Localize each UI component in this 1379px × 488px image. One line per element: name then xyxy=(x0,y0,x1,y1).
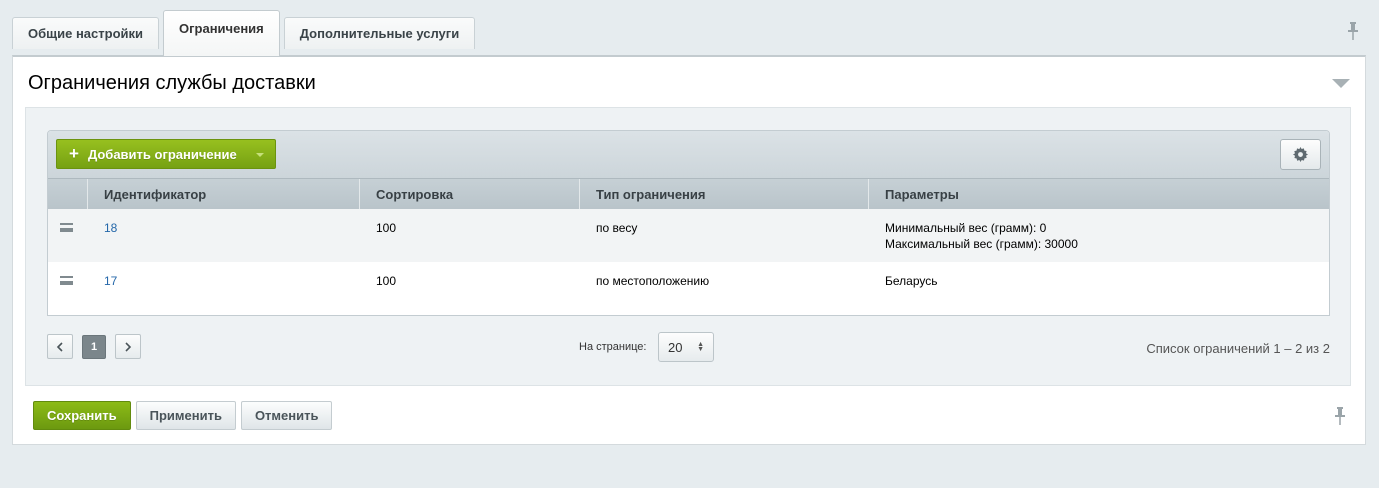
chevron-right-icon xyxy=(125,341,132,352)
drag-handle-icon[interactable] xyxy=(60,223,73,232)
table-row[interactable]: 18 100 по весу Минимальный вес (грамм): … xyxy=(48,209,1329,262)
restriction-id-link[interactable]: 17 xyxy=(104,274,117,288)
per-page-value: 20 xyxy=(668,339,683,355)
spinner-arrows-icon: ▲ ▼ xyxy=(697,341,704,353)
prev-page-button[interactable] xyxy=(47,334,73,359)
cell-type: по местоположению xyxy=(596,274,710,288)
cell-sort: 100 xyxy=(376,221,397,235)
restrictions-grid: + Добавить ограничение Идентификатор Сор… xyxy=(47,130,1330,316)
params-line: Максимальный вес (грамм): 30000 xyxy=(885,237,1078,251)
header-sort[interactable]: Сортировка xyxy=(360,179,580,209)
tab-additional-services[interactable]: Дополнительные услуги xyxy=(283,17,476,49)
pin-icon[interactable] xyxy=(1334,407,1346,425)
current-page[interactable]: 1 xyxy=(82,335,106,359)
pin-icon[interactable] xyxy=(1347,22,1359,40)
cell-params: Беларусь xyxy=(869,262,1329,315)
per-page-select[interactable]: 20 ▲ ▼ xyxy=(658,332,714,362)
cell-id: 17 xyxy=(88,262,360,315)
tab-bar: Общие настройки Ограничения Дополнительн… xyxy=(12,10,476,56)
row-drag-cell[interactable] xyxy=(48,209,88,262)
apply-button[interactable]: Применить xyxy=(135,401,236,430)
params-line: Минимальный вес (грамм): 0 xyxy=(885,221,1047,235)
header-drag-column xyxy=(48,179,88,209)
collapse-triangle-icon[interactable] xyxy=(1332,79,1350,88)
grid-settings-button[interactable] xyxy=(1280,139,1321,170)
dropdown-arrow-icon[interactable] xyxy=(256,153,264,157)
table-row[interactable]: 17 100 по местоположению Беларусь xyxy=(48,262,1329,315)
add-restriction-label: Добавить ограничение xyxy=(87,146,237,162)
cancel-button[interactable]: Отменить xyxy=(240,401,333,430)
header-type[interactable]: Тип ограничения xyxy=(580,179,869,209)
cell-params: Минимальный вес (грамм): 0 Максимальный … xyxy=(869,209,1329,262)
plus-icon: + xyxy=(69,144,79,163)
save-button[interactable]: Сохранить xyxy=(33,401,131,430)
next-page-button[interactable] xyxy=(115,334,141,359)
section-title: Ограничения службы доставки xyxy=(28,72,316,94)
gear-icon xyxy=(1293,147,1308,162)
total-count: Список ограничений 1 – 2 из 2 xyxy=(1146,341,1330,356)
section-body: + Добавить ограничение Идентификатор Сор… xyxy=(25,107,1351,386)
pagination: 1 xyxy=(47,334,141,359)
grid-toolbar: + Добавить ограничение xyxy=(48,131,1329,178)
restriction-id-link[interactable]: 18 xyxy=(104,221,117,235)
row-drag-cell[interactable] xyxy=(48,262,88,315)
cell-id: 18 xyxy=(88,209,360,262)
grid-header: Идентификатор Сортировка Тип ограничения… xyxy=(48,178,1329,209)
chevron-left-icon xyxy=(56,341,63,352)
drag-handle-icon[interactable] xyxy=(60,276,73,285)
form-buttons: Сохранить Применить Отменить xyxy=(33,401,333,430)
params-line: Беларусь xyxy=(885,274,938,288)
tab-general-settings[interactable]: Общие настройки xyxy=(12,17,159,49)
header-params[interactable]: Параметры xyxy=(869,179,1329,209)
add-restriction-button[interactable]: + Добавить ограничение xyxy=(56,139,276,169)
header-id[interactable]: Идентификатор xyxy=(88,179,360,209)
cell-type: по весу xyxy=(596,221,638,235)
cell-sort: 100 xyxy=(376,274,397,288)
tab-restrictions[interactable]: Ограничения xyxy=(163,10,280,56)
per-page-label: На странице: xyxy=(579,341,647,353)
restrictions-section: Ограничения службы доставки + Добавить о… xyxy=(12,55,1366,445)
